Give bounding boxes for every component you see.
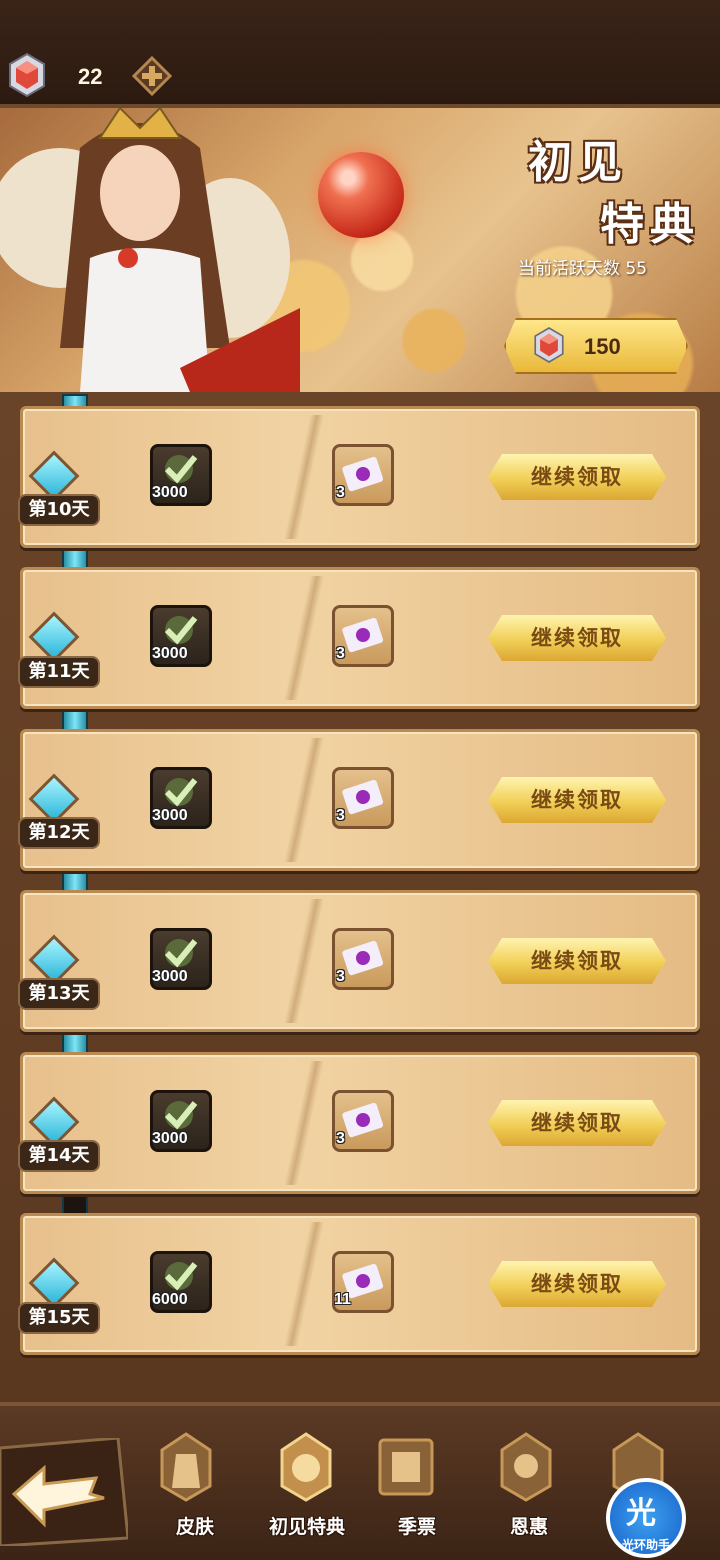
claim-button[interactable]: 继续领取 bbox=[488, 777, 666, 823]
claim-button[interactable]: 继续领取 bbox=[488, 1261, 666, 1307]
claim-button[interactable]: 继续领取 bbox=[488, 1100, 666, 1146]
item-count: 3000 bbox=[152, 968, 188, 985]
item-count: 3 bbox=[336, 645, 345, 662]
hero-portrait bbox=[0, 108, 300, 392]
active-days-label: 当前活跃天数 55 bbox=[518, 259, 648, 279]
helper-glyph: 光 bbox=[626, 1496, 656, 1531]
claim-button[interactable]: 继续领取 bbox=[488, 454, 666, 500]
item-count: 6000 bbox=[152, 1291, 188, 1308]
red-gem-icon bbox=[534, 327, 564, 363]
item-count: 3000 bbox=[152, 1130, 188, 1147]
item-count: 3000 bbox=[152, 484, 188, 501]
event-title-line2: 特典 bbox=[600, 199, 700, 250]
claim-button[interactable]: 继续领取 bbox=[488, 615, 666, 661]
skin-icon[interactable] bbox=[150, 1430, 222, 1502]
first-gift-icon[interactable] bbox=[270, 1430, 342, 1502]
day-label: 第15天 bbox=[18, 1302, 100, 1334]
back-button[interactable] bbox=[0, 1438, 128, 1546]
item-count: 3 bbox=[336, 484, 345, 501]
item-count: 3000 bbox=[152, 807, 188, 824]
helper-label: 光环助手 bbox=[621, 1538, 670, 1552]
day-label: 第10天 bbox=[18, 494, 100, 526]
event-title-line1: 初见 bbox=[528, 137, 628, 188]
season-pass-icon[interactable] bbox=[370, 1430, 442, 1502]
red-gem-icon bbox=[9, 52, 45, 98]
day-label: 第12天 bbox=[18, 817, 100, 849]
day-label: 第11天 bbox=[18, 656, 100, 688]
gem-reward-value: 150 bbox=[584, 334, 621, 359]
item-count: 3 bbox=[336, 807, 345, 824]
currency-bar bbox=[0, 0, 720, 108]
nav-grace[interactable]: 恩惠 bbox=[474, 1512, 584, 1539]
item-count: 11 bbox=[334, 1291, 351, 1308]
add-gems-button[interactable] bbox=[132, 56, 172, 96]
day-label: 第14天 bbox=[18, 1140, 100, 1172]
event-banner: 初见 特典 当前活跃天数 55 150 bbox=[0, 108, 720, 392]
item-count: 3 bbox=[336, 1130, 345, 1147]
item-count: 3000 bbox=[152, 645, 188, 662]
nav-first-gift[interactable]: 初见特典 bbox=[252, 1512, 362, 1539]
gem-count: 22 bbox=[78, 64, 103, 89]
item-count: 3 bbox=[336, 968, 345, 985]
nav-season-pass[interactable]: 季票 bbox=[362, 1512, 472, 1539]
nav-skin[interactable]: 皮肤 bbox=[140, 1512, 250, 1539]
red-orb-art bbox=[318, 152, 404, 238]
claim-button[interactable]: 继续领取 bbox=[488, 938, 666, 984]
grace-icon[interactable] bbox=[490, 1430, 562, 1502]
day-label: 第13天 bbox=[18, 978, 100, 1010]
